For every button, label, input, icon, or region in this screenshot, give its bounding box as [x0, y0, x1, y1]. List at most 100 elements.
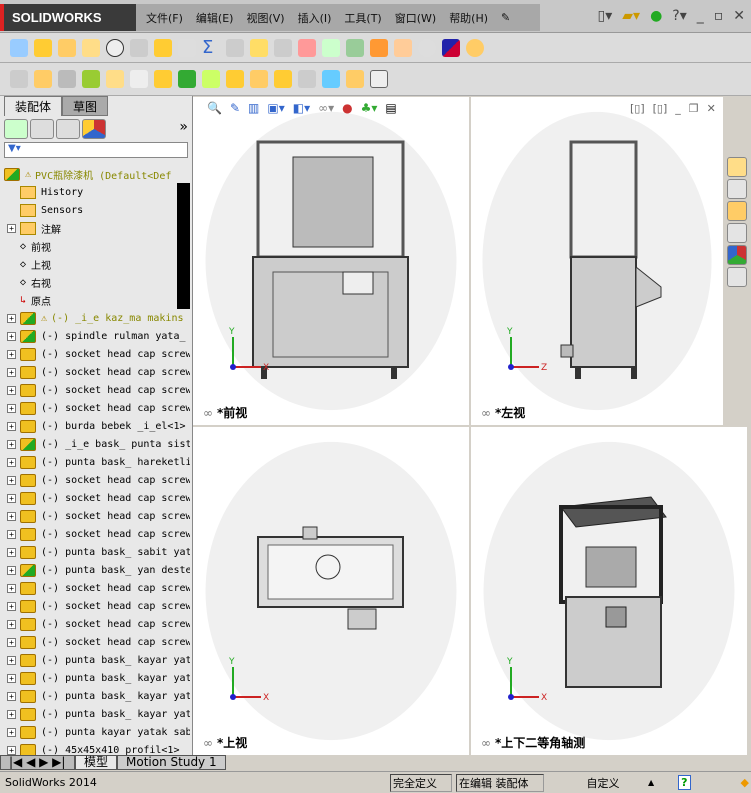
- tree-component[interactable]: + (-) punta bask_ kayar yat: [0, 669, 190, 687]
- pin-icon[interactable]: ✎: [501, 11, 510, 24]
- expand-icon[interactable]: +: [7, 583, 16, 593]
- assembly-features-icon[interactable]: [178, 70, 196, 88]
- view-palette-icon[interactable]: [727, 223, 747, 243]
- rebuild-light-icon[interactable]: ●: [650, 8, 662, 24]
- tree-component[interactable]: + (-) socket head cap screw: [0, 399, 190, 417]
- property-manager-icon[interactable]: [30, 119, 54, 139]
- expand-icon[interactable]: +: [7, 385, 16, 395]
- front-view-viewport[interactable]: YX ∞ *前视: [193, 97, 469, 425]
- tree-component[interactable]: + (-) punta bask_ sabit yat: [0, 543, 190, 561]
- expand-icon[interactable]: +: [7, 223, 16, 233]
- tree-component[interactable]: + (-) socket head cap screw: [0, 345, 190, 363]
- section-view-icon[interactable]: ▥: [248, 101, 259, 115]
- scene-icon[interactable]: ♣▾: [361, 101, 378, 115]
- feature-manager-icon[interactable]: [4, 119, 28, 139]
- tree-component[interactable]: + (-) socket head cap screw: [0, 489, 190, 507]
- top-view-viewport[interactable]: YX ∞ *上视: [193, 427, 469, 755]
- expand-icon[interactable]: +: [7, 547, 16, 557]
- explode-line-icon[interactable]: [298, 70, 316, 88]
- expand-icon[interactable]: +: [7, 727, 16, 737]
- spell-check-icon[interactable]: [10, 38, 28, 57]
- isometric-view-viewport[interactable]: YX ∞ *上下二等角轴测: [471, 427, 747, 755]
- menu-tools[interactable]: 工具(T): [344, 10, 381, 26]
- tab-assembly[interactable]: 装配体: [4, 96, 63, 116]
- filter-field[interactable]: ▼▾: [4, 142, 188, 158]
- tree-component[interactable]: + (-) socket head cap screw: [0, 579, 190, 597]
- linear-pattern-icon[interactable]: [82, 70, 100, 88]
- sensor-icon[interactable]: [106, 38, 124, 57]
- display-style-icon[interactable]: ◧▾: [293, 101, 310, 115]
- tree-component[interactable]: + (-) punta bask_ kayar yat: [0, 651, 190, 669]
- mass-properties-icon[interactable]: [58, 38, 76, 57]
- tag-icon[interactable]: ◆: [741, 776, 749, 789]
- mate-icon[interactable]: [58, 70, 76, 88]
- expand-icon[interactable]: +: [7, 709, 16, 719]
- curvature-icon[interactable]: [394, 38, 412, 57]
- configuration-manager-icon[interactable]: [56, 119, 80, 139]
- close-icon[interactable]: ✕: [707, 102, 716, 115]
- show-hidden-icon[interactable]: [154, 70, 172, 88]
- expand-icon[interactable]: +: [7, 745, 16, 755]
- tree-component[interactable]: + (-) socket head cap screw: [0, 597, 190, 615]
- expand-icon[interactable]: +: [7, 691, 16, 701]
- custom-properties-icon[interactable]: [727, 267, 747, 287]
- expand-icon[interactable]: +: [7, 367, 16, 377]
- tree-component[interactable]: + (-) punta bask_ yan deste: [0, 561, 190, 579]
- snapshot-icon[interactable]: [370, 70, 388, 88]
- new-motion-study-icon[interactable]: [226, 70, 244, 88]
- tree-origin[interactable]: ↳ 原点: [0, 291, 190, 309]
- expand-icon[interactable]: +: [7, 331, 16, 341]
- new-document-icon[interactable]: ▯▾: [598, 8, 613, 24]
- tree-component[interactable]: + (-) punta bask_ kayar yat: [0, 687, 190, 705]
- menu-help[interactable]: 帮助(H): [449, 10, 488, 26]
- units-selector[interactable]: 自定义: [558, 775, 648, 791]
- measure-icon[interactable]: [34, 38, 52, 57]
- expand-icon[interactable]: +: [7, 403, 16, 413]
- interference-icon[interactable]: [226, 38, 244, 57]
- check-disabled-icon[interactable]: [178, 38, 196, 57]
- new-part-icon[interactable]: [34, 70, 52, 88]
- expand-icon[interactable]: +: [7, 529, 16, 539]
- move-component-icon[interactable]: [130, 70, 148, 88]
- tree-component[interactable]: + (-) socket head cap screw: [0, 615, 190, 633]
- expand-chevron-icon[interactable]: »: [179, 119, 188, 139]
- menu-insert[interactable]: 插入(I): [298, 10, 332, 26]
- home-icon[interactable]: [727, 157, 747, 177]
- design-library-icon[interactable]: [727, 179, 747, 199]
- expand-icon[interactable]: +: [7, 421, 16, 431]
- clearance-icon[interactable]: [274, 38, 292, 57]
- tree-component[interactable]: + (-) spindle rulman yata_: [0, 327, 190, 345]
- expand-icon[interactable]: +: [7, 349, 16, 359]
- expand-icon[interactable]: +: [7, 493, 16, 503]
- appearance-icon[interactable]: ●: [342, 101, 352, 115]
- excel-table-icon[interactable]: [346, 38, 364, 57]
- file-explorer-icon[interactable]: [727, 201, 747, 221]
- tab-model[interactable]: 模型: [75, 755, 118, 770]
- view-orientation-icon[interactable]: ▣▾: [267, 101, 284, 115]
- check-icon[interactable]: [154, 38, 172, 57]
- previous-view-icon[interactable]: ✎: [230, 101, 240, 115]
- tree-root[interactable]: ⚠ PVC瓶除漆机 (Default<Def: [0, 165, 190, 183]
- exploded-view-icon[interactable]: [274, 70, 292, 88]
- tree-component[interactable]: + (-) socket head cap screw: [0, 633, 190, 651]
- hide-show-icon[interactable]: ∞▾: [318, 101, 334, 115]
- expand-icon[interactable]: +: [7, 475, 16, 485]
- menu-window[interactable]: 窗口(W): [395, 10, 436, 26]
- tree-front-plane[interactable]: ◇ 前视: [0, 237, 190, 255]
- left-view-viewport[interactable]: YZ ∞ *左视: [471, 97, 723, 425]
- expand-icon[interactable]: +: [7, 619, 16, 629]
- expand-icon[interactable]: +: [7, 457, 16, 467]
- tree-component[interactable]: + (-) punta kayar yatak sab: [0, 723, 190, 741]
- equations-icon[interactable]: Σ: [202, 38, 220, 57]
- insert-component-icon[interactable]: [10, 70, 28, 88]
- minimize-icon[interactable]: _: [675, 102, 681, 115]
- bill-of-materials-icon[interactable]: [250, 70, 268, 88]
- tile-left-icon[interactable]: [▯]: [630, 102, 645, 115]
- statistics-icon[interactable]: [130, 38, 148, 57]
- tree-component[interactable]: + (-) socket head cap screw: [0, 507, 190, 525]
- open-icon[interactable]: ▰▾: [622, 8, 640, 24]
- menu-edit[interactable]: 编辑(E): [196, 10, 234, 26]
- tree-top-plane[interactable]: ◇ 上视: [0, 255, 190, 273]
- tree-component[interactable]: + (-) socket head cap screw: [0, 525, 190, 543]
- close-button[interactable]: ✕: [733, 8, 745, 24]
